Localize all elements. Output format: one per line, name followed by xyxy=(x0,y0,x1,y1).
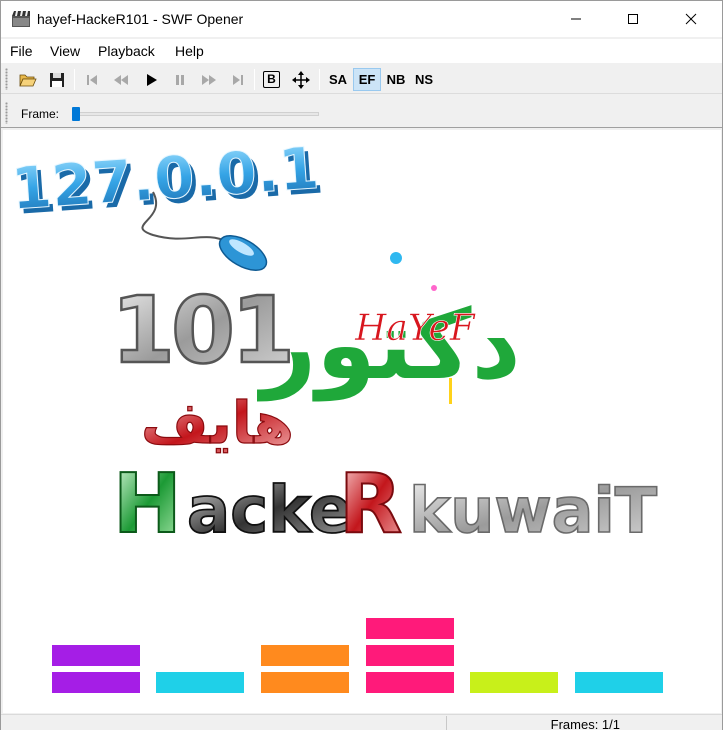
equalizer-bar xyxy=(52,645,140,666)
scale-no-scale-button[interactable]: NS xyxy=(410,68,438,91)
rewind-button[interactable] xyxy=(109,68,132,91)
equalizer-bar xyxy=(156,672,244,693)
last-frame-button[interactable] xyxy=(226,68,249,91)
equalizer-bar xyxy=(366,672,454,693)
hayef-script: HaYeF xyxy=(354,308,477,349)
app-window: hayef-HackeR101 - SWF Opener File View P… xyxy=(0,0,723,730)
rewind-icon xyxy=(113,74,128,85)
equalizer-bar xyxy=(366,618,454,639)
status-bar: Frames: 1/1 xyxy=(1,714,722,730)
move-arrows-icon xyxy=(291,70,310,89)
menu-bar: File View Playback Help xyxy=(1,39,722,63)
frame-label: Frame: xyxy=(21,107,60,121)
maximize-button[interactable] xyxy=(610,1,656,37)
equalizer-bar xyxy=(575,672,663,693)
swf-stage: 127.0.0.1 127.0.0.1 101 دكتور HaYeF هايف… xyxy=(3,130,721,713)
play-button[interactable] xyxy=(139,68,162,91)
first-frame-button[interactable] xyxy=(80,68,103,91)
status-separator xyxy=(446,716,447,730)
minimize-icon xyxy=(571,18,581,20)
equalizer-bar xyxy=(52,672,140,693)
pause-button[interactable] xyxy=(168,68,191,91)
save-button[interactable] xyxy=(45,68,68,91)
play-icon xyxy=(146,73,157,86)
background-label: B xyxy=(263,71,280,88)
floppy-disk-icon xyxy=(49,72,64,87)
menu-view[interactable]: View xyxy=(50,43,80,59)
clapperboard-icon xyxy=(12,11,30,27)
minimize-button[interactable] xyxy=(553,1,599,37)
scale-exact-fit-button[interactable]: EF xyxy=(353,68,381,91)
toolbar: B SA EF NB NS xyxy=(1,64,722,94)
kuwait-text: kuwaiT xyxy=(409,474,657,547)
equalizer-bar xyxy=(261,645,349,666)
mouse-icon xyxy=(218,235,268,271)
title-bar: hayef-HackeR101 - SWF Opener xyxy=(1,1,722,37)
swf-artwork: 127.0.0.1 127.0.0.1 101 دكتور HaYeF هايف… xyxy=(8,133,663,693)
skip-start-icon xyxy=(86,74,97,85)
frame-slider-thumb[interactable] xyxy=(72,107,80,121)
menu-file[interactable]: File xyxy=(10,43,33,59)
equalizer-bar xyxy=(261,672,349,693)
scale-show-all-button[interactable]: SA xyxy=(324,68,352,91)
frame-bar: Frame: xyxy=(1,96,722,128)
frames-counter: Frames: 1/1 xyxy=(550,717,620,730)
menu-help[interactable]: Help xyxy=(175,43,204,59)
toolbar-grip[interactable] xyxy=(5,68,8,90)
hacker-r: R xyxy=(339,457,402,552)
equalizer-bar xyxy=(366,645,454,666)
equalizer-bar xyxy=(470,672,558,693)
sparkle-icon xyxy=(390,252,402,264)
arabic-hayef-text: هايف xyxy=(141,389,294,457)
folder-open-icon xyxy=(18,74,37,86)
toolbar-separator xyxy=(254,69,255,90)
fast-forward-button[interactable] xyxy=(197,68,220,91)
close-icon xyxy=(685,13,697,25)
toolbar-separator xyxy=(319,69,320,90)
background-button[interactable]: B xyxy=(260,68,283,91)
scale-no-border-button[interactable]: NB xyxy=(382,68,410,91)
window-title: hayef-HackeR101 - SWF Opener xyxy=(37,11,244,27)
maximize-icon xyxy=(628,14,638,24)
pause-icon xyxy=(175,74,184,85)
open-button[interactable] xyxy=(16,68,39,91)
fast-forward-icon xyxy=(201,74,216,85)
close-button[interactable] xyxy=(668,1,714,37)
fit-stage-button[interactable] xyxy=(289,68,312,91)
hacker-h: H xyxy=(113,457,182,552)
toolbar-separator xyxy=(74,69,75,90)
skip-end-icon xyxy=(232,74,243,85)
framebar-grip[interactable] xyxy=(5,102,8,124)
hacker-acke: acke xyxy=(187,474,352,548)
menu-playback[interactable]: Playback xyxy=(98,43,155,59)
frame-slider-track[interactable] xyxy=(73,112,319,116)
